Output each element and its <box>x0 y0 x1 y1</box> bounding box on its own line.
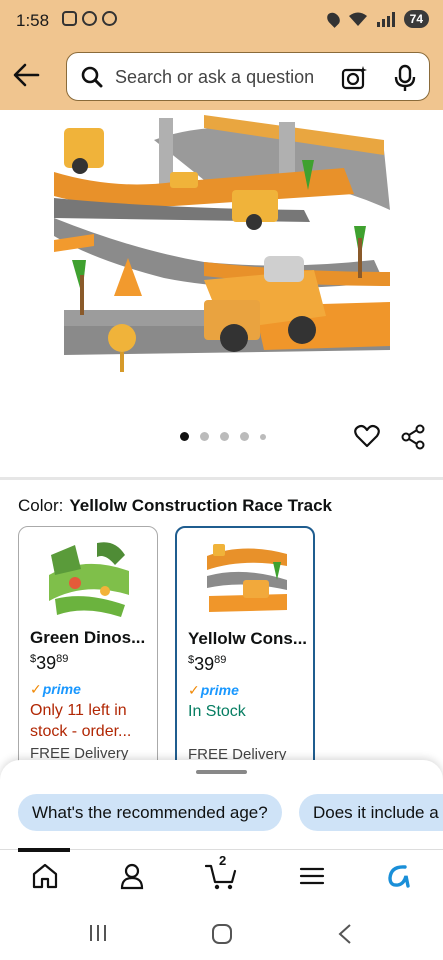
system-navigation-bar <box>0 905 443 960</box>
carousel-dot[interactable] <box>220 432 229 441</box>
heart-icon[interactable] <box>354 424 380 448</box>
active-tab-indicator <box>18 848 70 852</box>
prime-badge: ✓prime <box>188 682 239 699</box>
location-icon <box>324 10 342 28</box>
carousel-dot[interactable] <box>200 432 209 441</box>
home-icon[interactable] <box>31 862 59 890</box>
question-chip[interactable]: What's the recommended age? <box>18 794 282 831</box>
notification-icons <box>62 11 117 26</box>
app-screen: 1:58 74 Search or ask a question Color: … <box>0 0 443 960</box>
carousel-dot[interactable] <box>180 432 189 441</box>
price-dollars: 39 <box>194 654 215 674</box>
face-icon <box>102 11 117 26</box>
screenshot-icon <box>62 11 77 26</box>
back-arrow-icon[interactable] <box>12 62 40 88</box>
search-placeholder: Search or ask a question <box>115 67 315 87</box>
back-button-icon[interactable] <box>337 923 353 945</box>
price-dollars: 39 <box>36 653 57 673</box>
price-cents: 89 <box>56 653 69 665</box>
wifi-icon <box>348 12 367 26</box>
color-option-yellow-construction[interactable]: Yellolw Cons... $3989 ✓prime In Stock FR… <box>175 526 315 776</box>
bottom-navigation: 2 <box>0 848 443 901</box>
home-button-icon[interactable] <box>211 923 233 945</box>
carousel-dot[interactable] <box>240 432 249 441</box>
option-price: $3989 <box>30 653 68 674</box>
price-cents: 89 <box>214 654 227 666</box>
recent-apps-icon[interactable] <box>88 923 108 943</box>
prime-badge: ✓prime <box>30 681 81 698</box>
account-icon[interactable] <box>118 862 146 890</box>
signal-icon <box>376 11 395 27</box>
color-value: Yellolw Construction Race Track <box>69 496 332 515</box>
carousel-dot[interactable] <box>260 433 266 440</box>
search-icon <box>81 66 103 88</box>
color-option-green-dinosaur[interactable]: Green Dinos... $3989 ✓prime Only 11 left… <box>18 526 158 776</box>
prime-label: prime <box>42 681 81 697</box>
search-bar[interactable]: Search or ask a question <box>66 52 430 101</box>
share-icon[interactable] <box>401 424 425 450</box>
section-divider <box>0 477 443 480</box>
rufus-assistant-icon[interactable] <box>385 862 413 890</box>
sync-icon <box>82 11 97 26</box>
option-name: Green Dinos... <box>30 628 146 647</box>
battery-indicator: 74 <box>403 10 429 28</box>
microphone-icon[interactable] <box>393 64 417 92</box>
option-thumbnail <box>45 535 133 621</box>
status-time: 1:58 <box>16 11 50 30</box>
option-name: Yellolw Cons... <box>188 629 308 648</box>
option-price: $3989 <box>188 654 226 675</box>
product-image[interactable] <box>54 110 390 378</box>
option-thumbnail <box>203 536 291 622</box>
color-label: Color: <box>18 496 64 515</box>
color-selection-label: Color: Yellolw Construction Race Track <box>18 496 332 516</box>
camera-search-icon[interactable] <box>341 65 367 91</box>
status-bar: 1:58 74 <box>0 0 443 40</box>
stock-status: In Stock <box>188 703 246 720</box>
header: 1:58 74 Search or ask a question <box>0 0 443 110</box>
question-chip[interactable]: Does it include a <box>299 794 443 831</box>
drag-handle[interactable] <box>196 770 247 774</box>
carousel-dots <box>180 432 266 441</box>
menu-icon[interactable] <box>298 862 326 890</box>
system-status: 74 <box>324 10 429 28</box>
prime-check-icon: ✓ <box>30 681 42 697</box>
prime-check-icon: ✓ <box>188 682 200 698</box>
cart-icon[interactable] <box>205 862 237 890</box>
prime-label: prime <box>200 682 239 698</box>
stock-status: Only 11 left in stock - order... <box>30 702 132 740</box>
